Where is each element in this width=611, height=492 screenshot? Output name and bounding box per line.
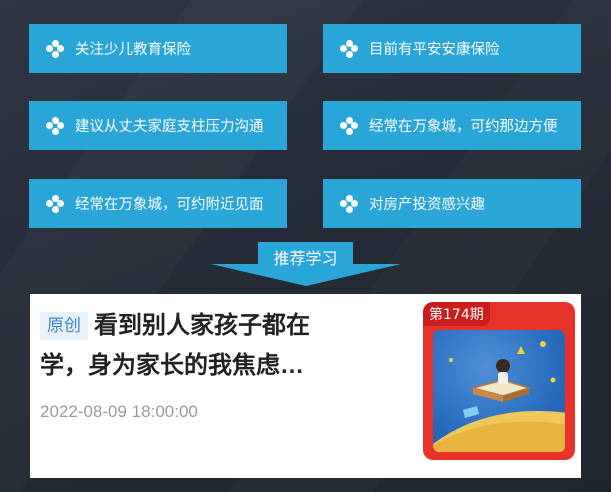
tag-item[interactable]: 对房产投资感兴趣 [323,179,581,228]
tag-item[interactable]: 目前有平安安康保险 [323,24,581,73]
four-dots-icon [45,39,65,59]
section-title: 推荐学习 [258,242,353,272]
issue-number-badge: 第174期 [423,302,490,326]
tag-item[interactable]: 经常在万象城，可约附近见面 [29,179,287,228]
tag-label: 对房产投资感兴趣 [369,197,485,213]
article-thumbnail[interactable]: 第174期 [423,302,575,460]
four-dots-icon [339,116,359,136]
four-dots-icon [45,116,65,136]
article-card[interactable]: 原创 看到别人家孩子都在学，身为家长的我焦虑… 2022-08-09 18:00:… [30,294,581,478]
tag-label: 关注少儿教育保险 [75,42,191,58]
four-dots-icon [339,194,359,214]
article-title-block[interactable]: 原创 看到别人家孩子都在学，身为家长的我焦虑… [40,306,340,386]
tag-label: 经常在万象城，可约附近见面 [75,197,264,213]
tag-label: 经常在万象城，可约那边方便 [369,119,558,135]
original-badge: 原创 [40,312,88,340]
tag-label: 建议从丈夫家庭支柱压力沟通 [75,119,264,135]
thumbnail-illustration [433,330,565,452]
reading-on-book-illustration [433,341,565,452]
tag-label: 目前有平安安康保险 [369,42,500,58]
tag-item[interactable]: 经常在万象城，可约那边方便 [323,101,581,150]
tag-item[interactable]: 建议从丈夫家庭支柱压力沟通 [29,101,287,150]
four-dots-icon [339,39,359,59]
article-date: 2022-08-09 18:00:00 [40,402,198,421]
section-header: 推荐学习 [0,242,611,286]
tag-item[interactable]: 关注少儿教育保险 [29,24,287,73]
four-dots-icon [45,194,65,214]
